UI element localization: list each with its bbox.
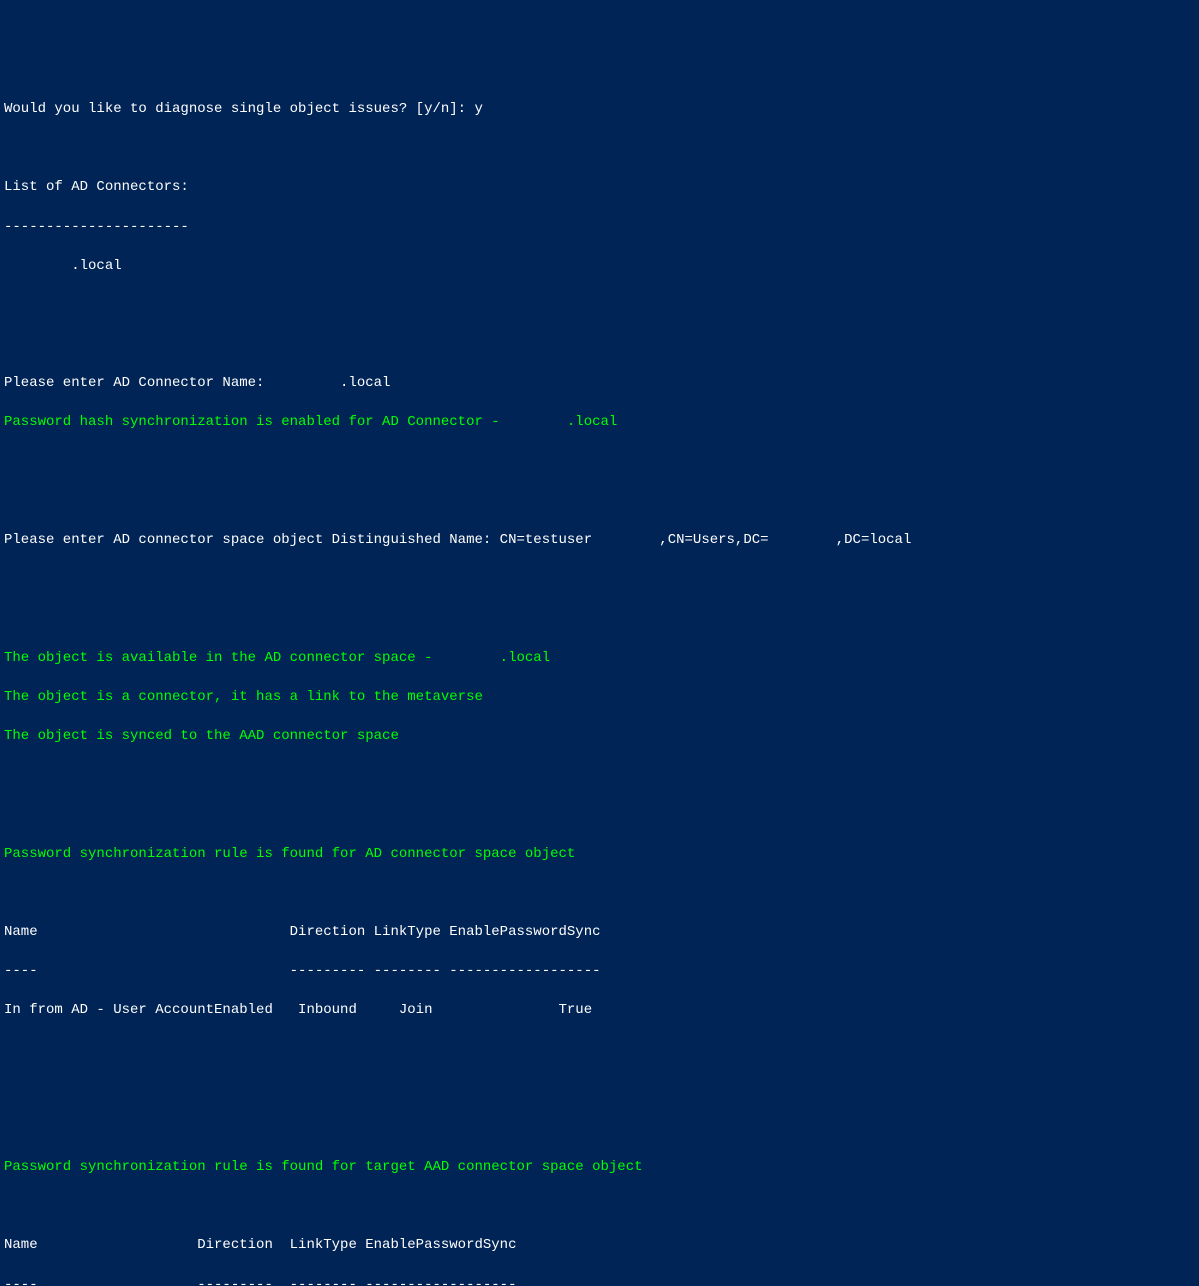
blank	[4, 492, 1195, 512]
connector-item: .local	[4, 257, 1195, 277]
blank	[4, 1080, 1195, 1100]
sync-rule-ad-header: Password synchronization rule is found f…	[4, 845, 1195, 865]
blank	[4, 1040, 1195, 1060]
blank	[4, 766, 1195, 786]
table-divider: ---- --------- -------- ----------------…	[4, 962, 1195, 982]
blank	[4, 805, 1195, 825]
table-header: Name Direction LinkType EnablePasswordSy…	[4, 923, 1195, 943]
blank	[4, 570, 1195, 590]
enter-connector-prompt[interactable]: Please enter AD Connector Name: .local	[4, 374, 1195, 394]
blank	[4, 1119, 1195, 1139]
object-connector-status: The object is a connector, it has a link…	[4, 688, 1195, 708]
blank	[4, 609, 1195, 629]
blank	[4, 296, 1195, 316]
blank	[4, 884, 1195, 904]
object-available-status: The object is available in the AD connec…	[4, 649, 1195, 669]
table-header: Name Direction LinkType EnablePasswordSy…	[4, 1236, 1195, 1256]
divider: ----------------------	[4, 218, 1195, 238]
blank	[4, 139, 1195, 159]
blank	[4, 1197, 1195, 1217]
object-synced-status: The object is synced to the AAD connecto…	[4, 727, 1195, 747]
terminal-output: Would you like to diagnose single object…	[4, 80, 1195, 1286]
table-row: In from AD - User AccountEnabled Inbound…	[4, 1001, 1195, 1021]
table-divider: ---- --------- -------- ----------------…	[4, 1276, 1195, 1286]
connectors-list-header: List of AD Connectors:	[4, 178, 1195, 198]
phs-enabled-status: Password hash synchronization is enabled…	[4, 413, 1195, 433]
sync-rule-aad-header: Password synchronization rule is found f…	[4, 1158, 1195, 1178]
blank	[4, 453, 1195, 473]
prompt-diagnose[interactable]: Would you like to diagnose single object…	[4, 100, 1195, 120]
blank	[4, 335, 1195, 355]
enter-dn-prompt[interactable]: Please enter AD connector space object D…	[4, 531, 1195, 551]
